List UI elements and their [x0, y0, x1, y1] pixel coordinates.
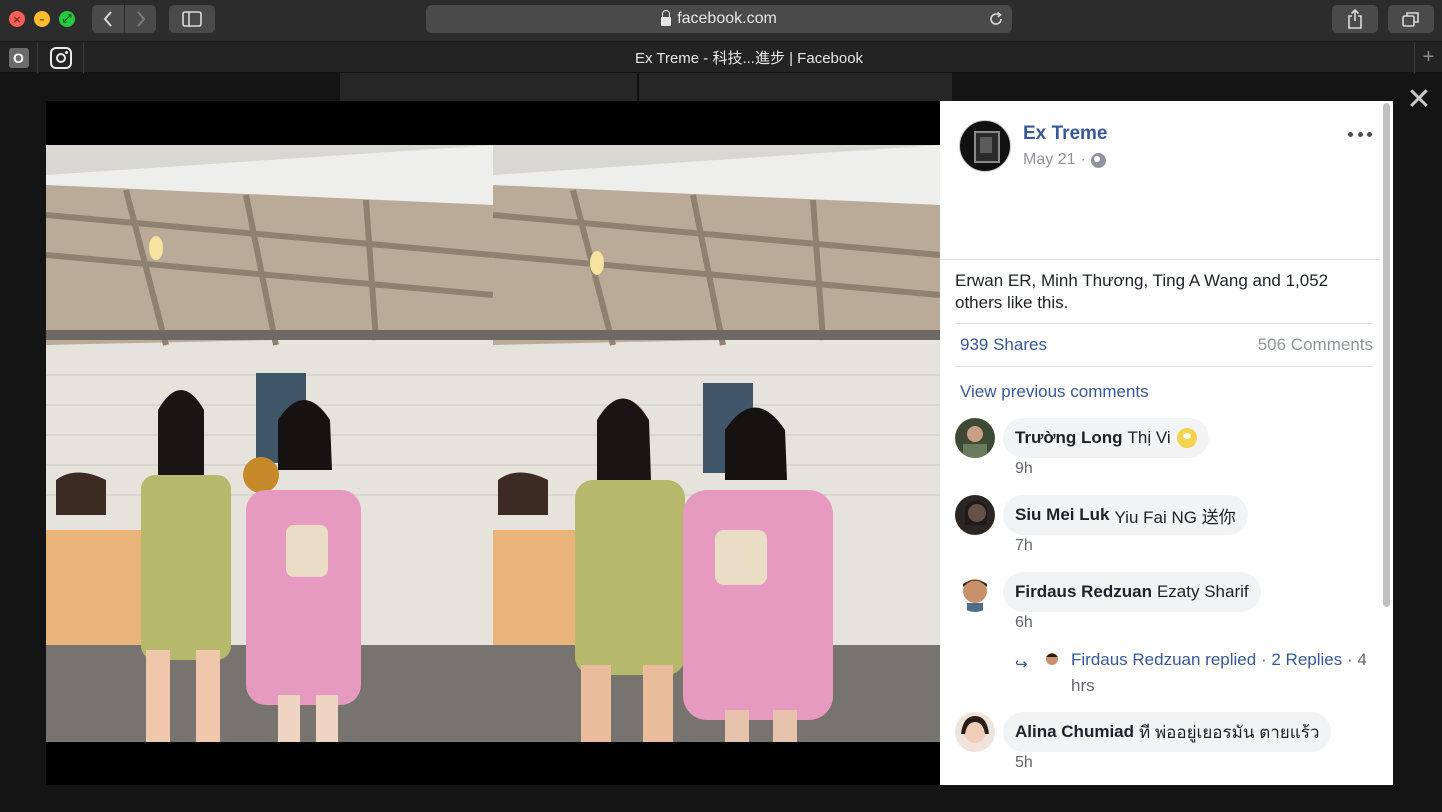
lock-icon [661, 9, 672, 26]
close-icon[interactable]: ✕ [1406, 85, 1432, 115]
comment-text: Ezaty Sharif [1156, 582, 1249, 601]
avatar[interactable] [1043, 650, 1061, 668]
sidebar-icon [182, 11, 202, 27]
emoji-icon [1176, 428, 1197, 448]
photo-right [493, 145, 940, 742]
share-button[interactable] [1332, 5, 1378, 33]
fullscreen-window-button[interactable]: ⤢ [59, 11, 75, 27]
comment-text: ที พ่ออยู่เยอรมัน ตายแร้ว [1139, 722, 1320, 742]
avatar[interactable] [955, 712, 995, 752]
pinned-tab-instagram[interactable] [38, 42, 84, 73]
comment-author[interactable]: Firdaus Redzuan [1015, 582, 1152, 602]
comment-time[interactable]: 7h [1015, 537, 1033, 555]
close-window-button[interactable]: × [9, 11, 25, 27]
new-tab-button[interactable]: + [1414, 42, 1442, 73]
reload-button[interactable] [986, 9, 1006, 29]
reload-icon [990, 11, 1002, 25]
comment-bubble: Trường Long Thị Vi [1003, 418, 1209, 458]
replies-count-link[interactable]: 2 Replies [1271, 650, 1342, 669]
scroll-thumb[interactable] [1383, 103, 1390, 607]
replies-summary[interactable]: Firdaus Redzuan replied · 2 Replies · 4 … [1071, 647, 1376, 699]
page-avatar[interactable] [959, 120, 1011, 172]
avatar[interactable] [955, 572, 995, 612]
comment-bubble: Alina Chumiad ที พ่ออยู่เยอรมัน ตายแร้ว [1003, 712, 1332, 752]
divider [940, 259, 1380, 260]
comment-bubble: Firdaus Redzuan Ezaty Sharif [1003, 572, 1261, 612]
active-tab-title[interactable]: Ex Treme - 科技...進步 | Facebook [84, 42, 1414, 73]
browser-titlebar: × – ⤢ facebook.com [0, 0, 1442, 42]
pinned-o-icon: O [8, 47, 29, 68]
address-bar[interactable]: facebook.com [426, 5, 1012, 33]
tabs-icon [1402, 12, 1419, 27]
pinned-tab-o[interactable]: O [0, 42, 38, 73]
background-page-strip [340, 73, 952, 101]
url-text: facebook.com [677, 10, 777, 27]
comment-bubble: Siu Mei Luk Yiu Fai NG 送你 [1003, 495, 1248, 535]
view-previous-comments-link[interactable]: View previous comments [960, 382, 1149, 402]
comment-author[interactable]: Siu Mei Luk [1015, 505, 1109, 525]
comment-author[interactable]: Alina Chumiad [1015, 722, 1134, 742]
reply-arrow-icon: ↪ [1015, 656, 1028, 673]
post-side-panel: Ex Treme May 21 · Erwan ER, Minh Thương,… [940, 101, 1393, 785]
forward-button[interactable] [125, 5, 156, 33]
comment-text: Thị Vi [1127, 428, 1171, 447]
avatar[interactable] [955, 418, 995, 458]
comment-author[interactable]: Trường Long [1015, 428, 1123, 448]
divider [955, 366, 1373, 367]
chevron-left-icon [103, 11, 112, 27]
page-name-link[interactable]: Ex Treme [1023, 123, 1108, 145]
chevron-right-icon [136, 11, 145, 27]
comment-time[interactable]: 6h [1015, 614, 1033, 632]
post-date[interactable]: May 21 [1023, 151, 1075, 169]
reply-author-link[interactable]: Firdaus Redzuan replied [1071, 650, 1256, 669]
panel-scrollbar[interactable] [1380, 101, 1393, 785]
tab-bar: O Ex Treme - 科技...進步 | Facebook + [0, 42, 1442, 73]
comment-time[interactable]: 5h [1015, 754, 1033, 772]
post-meta: May 21 · [1023, 151, 1106, 169]
shares-link[interactable]: 939 Shares [960, 335, 1047, 355]
globe-icon [1090, 152, 1106, 168]
more-options-icon[interactable] [1348, 129, 1372, 139]
comment-time[interactable]: 9h [1015, 460, 1033, 478]
minimize-window-button[interactable]: – [34, 11, 50, 27]
back-button[interactable] [92, 5, 124, 33]
photo-left [46, 145, 493, 742]
instagram-icon [49, 46, 72, 69]
tab-overview-button[interactable] [1388, 5, 1434, 33]
likes-summary[interactable]: Erwan ER, Minh Thương, Ting A Wang and 1… [955, 270, 1380, 314]
divider [955, 323, 1373, 324]
meta-separator: · [1080, 151, 1086, 168]
comments-count[interactable]: 506 Comments [1258, 335, 1373, 355]
comment-text: Yiu Fai NG 送你 [1114, 507, 1236, 527]
photo-stage [46, 101, 940, 785]
avatar[interactable] [955, 495, 995, 535]
share-icon [1348, 9, 1362, 29]
sidebar-toggle-button[interactable] [169, 5, 215, 33]
reply-separator: · [1260, 650, 1267, 669]
